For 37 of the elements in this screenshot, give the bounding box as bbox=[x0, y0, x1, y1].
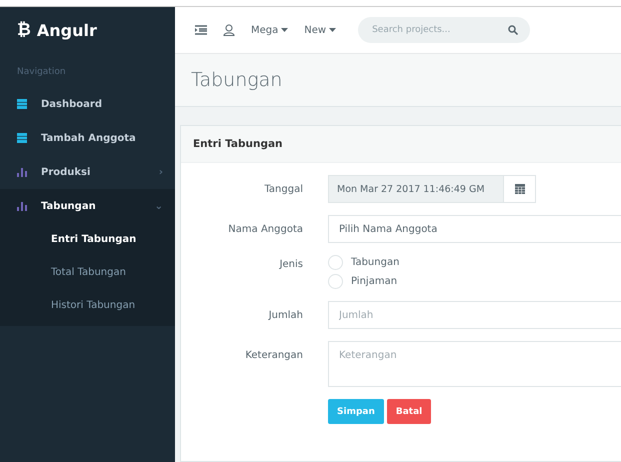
sidebar-subitem[interactable]: Total Tabungan bbox=[0, 256, 175, 289]
sidebar-item[interactable]: Tabungan ⌄ bbox=[0, 189, 175, 223]
radio-button[interactable] bbox=[328, 274, 343, 289]
chevron-icon: › bbox=[158, 166, 163, 178]
caret-icon bbox=[329, 28, 336, 32]
panel-title: Entri Tabungan bbox=[181, 126, 621, 163]
sidebar-item[interactable]: Tambah Anggota bbox=[0, 121, 175, 155]
calendar-button[interactable] bbox=[504, 175, 536, 203]
page-title: Tabungan bbox=[175, 54, 621, 107]
indent-icon[interactable] bbox=[195, 25, 207, 35]
sidebar-item[interactable]: Produksi › bbox=[0, 155, 175, 189]
menu-dropdown[interactable]: Mega bbox=[251, 24, 288, 36]
radio-label: Pinjaman bbox=[351, 276, 398, 287]
field-label: Keterangan bbox=[244, 349, 304, 361]
calendar-icon bbox=[514, 184, 524, 194]
brand-name: Angulr bbox=[36, 20, 97, 40]
input-field[interactable]: Pilih Nama Anggota bbox=[328, 215, 621, 243]
field-label: Tanggal bbox=[263, 183, 304, 195]
user-icon[interactable] bbox=[223, 24, 235, 36]
textarea-field[interactable]: Keterangan bbox=[328, 341, 621, 387]
field-label: Nama Anggota bbox=[227, 223, 304, 235]
nav-heading: Navigation bbox=[16, 66, 67, 79]
sidebar-subitem[interactable]: Entri Tabungan bbox=[0, 223, 175, 256]
radio-label: Tabungan bbox=[351, 257, 400, 268]
sidebar-subitem[interactable]: Histori Tabungan bbox=[0, 289, 175, 322]
sidebar-item[interactable]: Dashboard bbox=[0, 87, 175, 121]
caret-icon bbox=[281, 28, 288, 32]
search-field[interactable]: Search projects... bbox=[358, 17, 530, 43]
chevron-icon: ⌄ bbox=[154, 200, 163, 212]
date-field[interactable]: Mon Mar 27 2017 11:46:49 GM bbox=[328, 175, 504, 203]
cancel-button[interactable]: Batal bbox=[386, 399, 432, 424]
radio-button[interactable] bbox=[328, 255, 343, 270]
field-label: Jumlah bbox=[267, 309, 304, 321]
brand-logo: ₿ bbox=[17, 20, 31, 40]
field-label: Jenis bbox=[278, 258, 304, 270]
search-icon bbox=[508, 25, 518, 35]
menu-dropdown[interactable]: New bbox=[304, 24, 336, 36]
